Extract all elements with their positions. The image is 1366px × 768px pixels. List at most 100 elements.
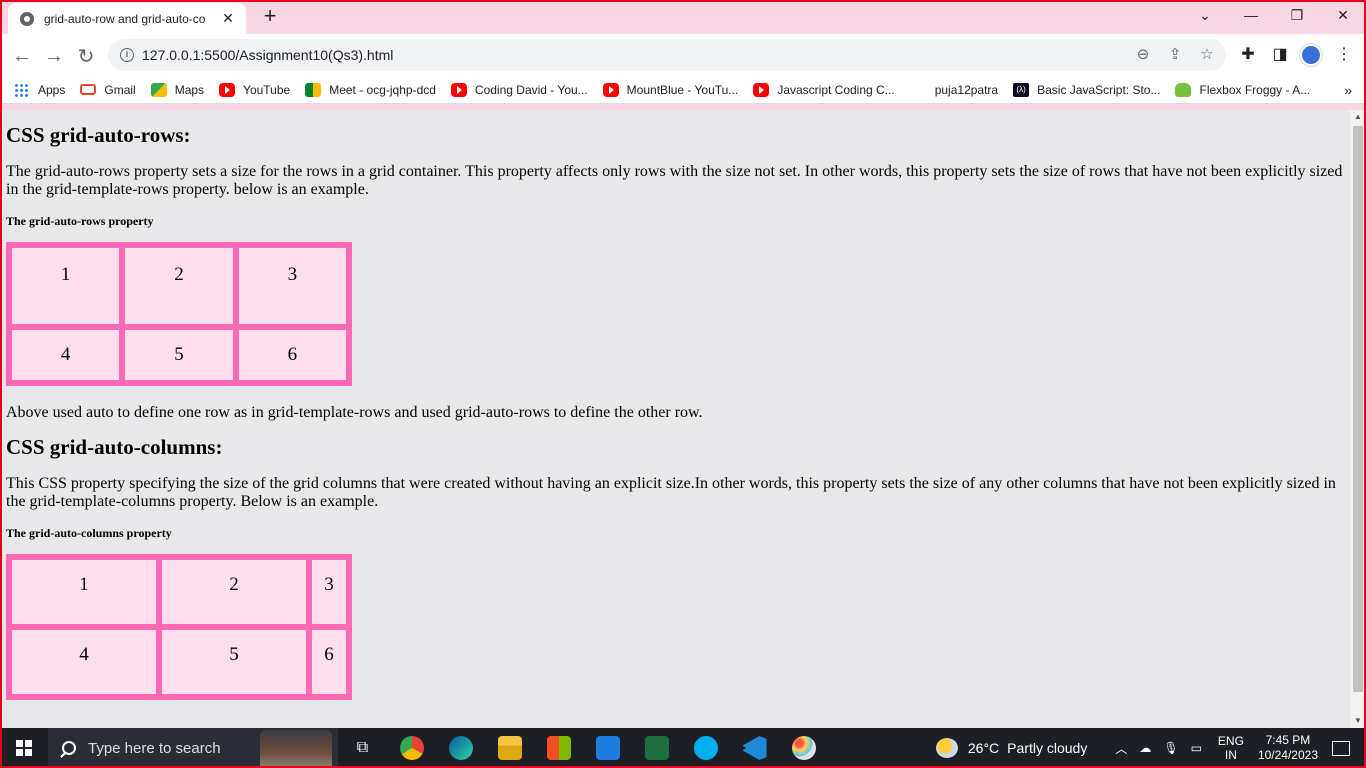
page-scrollbar[interactable]: ▲ ▼ — [1350, 110, 1366, 728]
browser-toolbar: ← → ↻ i 127.0.0.1:5500/Assignment10(Qs3)… — [0, 34, 1366, 76]
grid-cell: 5 — [162, 630, 306, 694]
menu-icon[interactable]: ⋮ — [1334, 45, 1354, 65]
bookmark-mountblue[interactable]: MountBlue - YouTu... — [602, 82, 738, 97]
forward-icon[interactable]: → — [40, 42, 68, 70]
date-text: 10/24/2023 — [1257, 748, 1318, 762]
youtube-icon — [450, 82, 467, 97]
cloud-icon[interactable]: ☁ — [1139, 741, 1151, 755]
tab-title: grid-auto-row and grid-auto-co — [44, 11, 206, 26]
restore-button[interactable]: ❐ — [1274, 0, 1320, 30]
language-indicator[interactable]: ENG IN — [1218, 734, 1244, 762]
vscode-app[interactable] — [730, 728, 779, 768]
grid-auto-columns-example: 1 2 3 4 5 6 — [6, 554, 352, 700]
minimize-button[interactable]: — — [1228, 0, 1274, 30]
battery-icon[interactable]: ▭ — [1191, 741, 1202, 755]
notifications-icon[interactable] — [1332, 740, 1350, 756]
profile-avatar[interactable] — [1300, 44, 1322, 66]
scroll-up-icon[interactable]: ▲ — [1350, 110, 1366, 124]
site-info-icon[interactable]: i — [120, 48, 134, 62]
bookmark-basic-javascript[interactable]: (λ) Basic JavaScript: Sto... — [1013, 82, 1160, 97]
excel-icon — [644, 736, 669, 760]
globe-icon — [20, 11, 34, 26]
bookmark-youtube[interactable]: YouTube — [219, 82, 290, 97]
taskbar-search[interactable]: Type here to search — [48, 728, 338, 768]
microphone-icon[interactable]: 🎙 — [1163, 741, 1178, 755]
bookmark-apps[interactable]: Apps — [14, 82, 65, 97]
close-tab-icon[interactable]: ✕ — [220, 10, 236, 27]
freecodecamp-icon: (λ) — [1013, 82, 1030, 97]
tab-strip: grid-auto-row and grid-auto-co ✕ + ⌄ — ❐… — [0, 0, 1366, 34]
grid-cell: 4 — [12, 330, 120, 380]
page-viewport: CSS grid-auto-rows: The grid-auto-rows p… — [0, 110, 1350, 728]
youtube-icon — [602, 82, 619, 97]
section2-heading: CSS grid-auto-columns: — [6, 435, 223, 459]
section1-caption: The grid-auto-rows property — [6, 214, 154, 228]
new-tab-button[interactable]: + — [256, 5, 284, 29]
store-icon — [546, 736, 571, 760]
grid-cell: 3 — [312, 560, 346, 624]
system-tray: 26°C Partly cloudy ︿ ☁ 🎙 ▭ ENG IN 7:45 P… — [935, 728, 1366, 768]
url-text: 127.0.0.1:5500/Assignment10(Qs3).html — [142, 47, 394, 63]
skype-app[interactable] — [681, 728, 730, 768]
store-app[interactable] — [534, 728, 583, 768]
bookmark-coding-david[interactable]: Coding David - You... — [450, 82, 588, 97]
reload-icon[interactable]: ↻ — [72, 42, 100, 70]
maps-icon — [150, 82, 167, 97]
gmail-icon — [80, 84, 97, 95]
bookmark-meet[interactable]: Meet - ocg-jqhp-dcd — [305, 82, 436, 97]
clock[interactable]: 7:45 PM 10/24/2023 — [1258, 733, 1318, 763]
start-button[interactable] — [0, 728, 48, 768]
file-explorer-app[interactable] — [485, 728, 534, 768]
address-bar[interactable]: i 127.0.0.1:5500/Assignment10(Qs3).html … — [108, 39, 1226, 71]
search-icon — [62, 741, 76, 755]
edge-icon — [448, 736, 473, 760]
browser-tab[interactable]: grid-auto-row and grid-auto-co ✕ — [8, 3, 246, 34]
extensions-icon[interactable]: ✚ — [1238, 45, 1258, 65]
section1-description: The grid-auto-rows property sets a size … — [6, 163, 1343, 198]
weather-widget[interactable]: 26°C Partly cloudy — [935, 738, 1088, 758]
section1-note: Above used auto to define one row as in … — [6, 404, 703, 421]
share-icon[interactable]: ⇪ — [1166, 46, 1184, 64]
scroll-down-icon[interactable]: ▼ — [1350, 714, 1366, 728]
skype-icon — [693, 736, 718, 760]
excel-app[interactable] — [632, 728, 681, 768]
windows-taskbar: Type here to search ⧉ 26°C Partly cloudy… — [0, 728, 1366, 768]
paint-app[interactable] — [779, 728, 828, 768]
bookmark-puja12patra[interactable]: puja12patra — [935, 83, 998, 97]
meet-icon — [305, 82, 322, 97]
bookmark-flexbox-froggy[interactable]: Flexbox Froggy - A... — [1175, 82, 1310, 97]
back-icon[interactable]: ← — [8, 42, 36, 70]
grid-cell: 2 — [162, 560, 306, 624]
grid-cell: 6 — [238, 330, 346, 380]
section2-caption: The grid-auto-columns property — [6, 526, 172, 540]
chrome-icon — [399, 736, 424, 760]
search-placeholder: Type here to search — [88, 739, 221, 757]
bookmark-gmail[interactable]: Gmail — [80, 83, 136, 97]
paint-icon — [791, 736, 816, 760]
edge-app[interactable] — [436, 728, 485, 768]
weather-text: Partly cloudy — [1007, 740, 1088, 756]
tab-search-icon[interactable]: ⌄ — [1182, 0, 1228, 30]
chevron-up-icon[interactable]: ︿ — [1115, 740, 1127, 757]
bookmarks-bar: Apps Gmail Maps YouTube Meet - ocg-jqhp-… — [0, 76, 1366, 104]
task-view-button[interactable]: ⧉ — [338, 728, 387, 768]
bookmark-maps[interactable]: Maps — [150, 82, 204, 97]
apps-icon — [14, 82, 30, 97]
grid-cell: 2 — [125, 248, 233, 324]
time-text: 7:45 PM — [1265, 733, 1311, 747]
zoom-icon[interactable]: ⊖ — [1134, 46, 1152, 64]
mail-app[interactable] — [583, 728, 632, 768]
bookmark-javascript-coding[interactable]: Javascript Coding C... — [753, 82, 895, 97]
bookmark-star-icon[interactable]: ☆ — [1198, 46, 1216, 64]
chrome-app[interactable] — [387, 728, 436, 768]
more-bookmarks-icon[interactable]: » — [1344, 82, 1352, 98]
task-view-icon: ⧉ — [356, 739, 369, 756]
folder-icon — [497, 736, 522, 760]
side-panel-icon[interactable]: ◨ — [1270, 45, 1290, 65]
weather-temp: 26°C — [967, 740, 1000, 756]
section1-heading: CSS grid-auto-rows: — [6, 123, 191, 147]
grid-auto-rows-example: 1 2 3 4 5 6 — [6, 242, 352, 386]
scrollbar-thumb[interactable] — [1353, 126, 1363, 692]
vscode-icon — [742, 736, 767, 760]
close-window-button[interactable]: ✕ — [1320, 0, 1366, 30]
